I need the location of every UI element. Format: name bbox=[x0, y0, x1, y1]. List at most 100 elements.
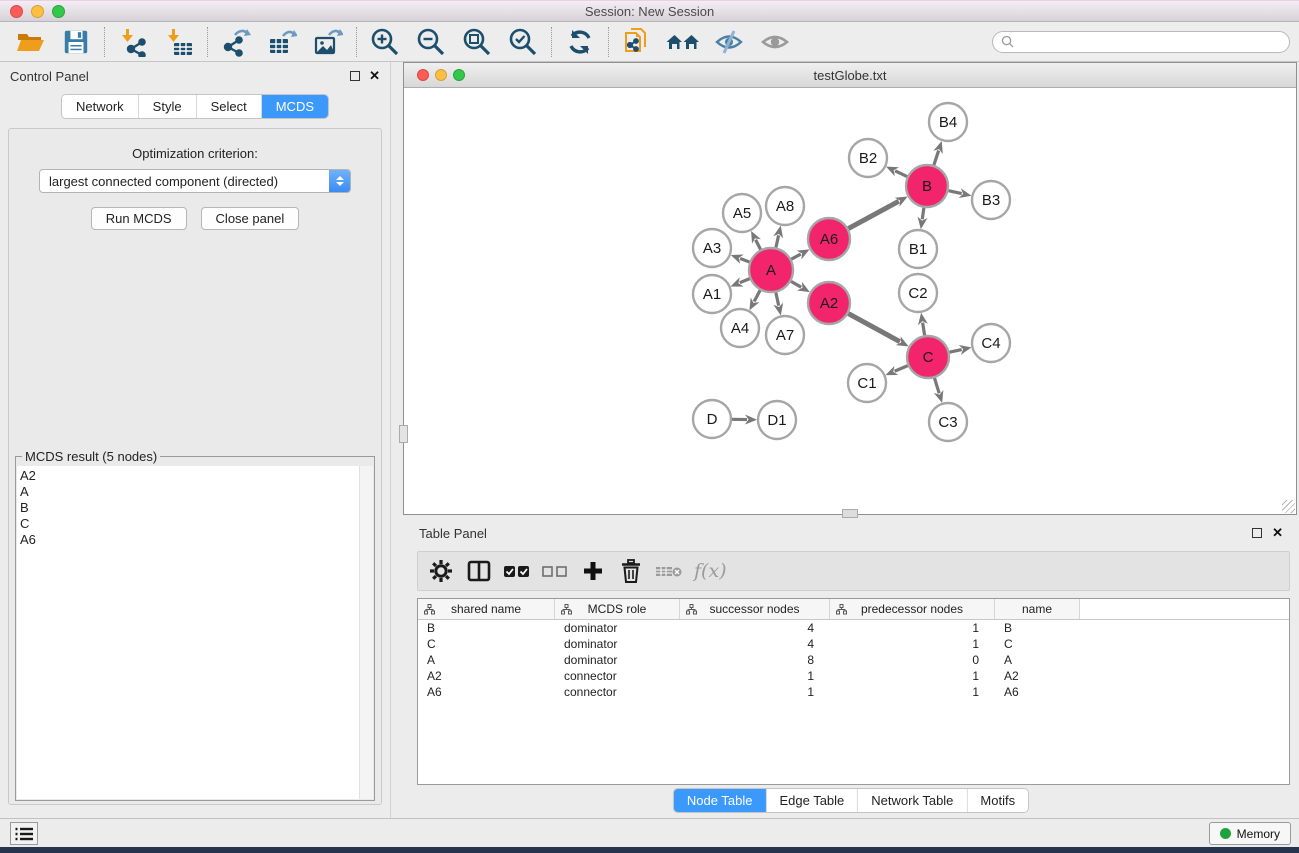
clone-network-button[interactable] bbox=[617, 25, 657, 59]
table-settings-button[interactable] bbox=[426, 556, 456, 586]
zoom-in-button[interactable] bbox=[365, 25, 405, 59]
zoom-fit-button[interactable] bbox=[457, 25, 497, 59]
table-row[interactable]: A2connector11A2 bbox=[418, 668, 1289, 684]
column-header-MCDS-role[interactable]: MCDS role bbox=[555, 599, 680, 619]
result-item[interactable]: C bbox=[20, 516, 359, 532]
result-item[interactable]: A2 bbox=[20, 468, 359, 484]
tab-network-table[interactable]: Network Table bbox=[858, 789, 967, 812]
cell-MCDS-role[interactable]: dominator bbox=[555, 621, 680, 635]
show-columns-button[interactable] bbox=[464, 556, 494, 586]
network-close-button[interactable] bbox=[417, 69, 429, 81]
close-panel-button[interactable]: Close panel bbox=[201, 207, 300, 230]
graph-edge-A-A5[interactable] bbox=[756, 240, 761, 250]
graph-edge-B-B2[interactable] bbox=[895, 171, 907, 177]
cell-name[interactable]: B bbox=[995, 621, 1080, 635]
cell-predecessor-nodes[interactable]: 1 bbox=[830, 637, 995, 651]
result-item[interactable]: B bbox=[20, 500, 359, 516]
network-window-titlebar[interactable]: testGlobe.txt bbox=[404, 63, 1296, 88]
zoom-out-button[interactable] bbox=[411, 25, 451, 59]
close-panel-icon[interactable]: ✕ bbox=[369, 71, 380, 81]
export-image-button[interactable] bbox=[308, 25, 348, 59]
cell-name[interactable]: A bbox=[995, 653, 1080, 667]
column-header-name[interactable]: name bbox=[995, 599, 1080, 619]
cell-MCDS-role[interactable]: dominator bbox=[555, 637, 680, 651]
graph-edge-C-C1[interactable] bbox=[895, 366, 908, 372]
graph-edge-A-A2[interactable] bbox=[791, 281, 801, 287]
column-header-shared-name[interactable]: shared name bbox=[418, 599, 555, 619]
select-all-button[interactable] bbox=[502, 556, 532, 586]
cell-shared-name[interactable]: A2 bbox=[418, 669, 555, 683]
cell-name[interactable]: A6 bbox=[995, 685, 1080, 699]
import-network-button[interactable] bbox=[113, 25, 153, 59]
table-row[interactable]: Bdominator41B bbox=[418, 620, 1289, 636]
graph-edge-C-C3[interactable] bbox=[934, 378, 939, 393]
close-window-button[interactable] bbox=[10, 5, 23, 18]
node-table[interactable]: shared nameMCDS rolesuccessor nodesprede… bbox=[417, 598, 1290, 785]
export-table-button[interactable] bbox=[262, 25, 302, 59]
cell-name[interactable]: A2 bbox=[995, 669, 1080, 683]
save-session-button[interactable] bbox=[56, 25, 96, 59]
float-panel-icon[interactable] bbox=[1252, 528, 1262, 538]
maximize-window-button[interactable] bbox=[52, 5, 65, 18]
table-row[interactable]: Cdominator41C bbox=[418, 636, 1289, 652]
dropdown-stepper-icon[interactable] bbox=[329, 170, 350, 192]
export-network-button[interactable] bbox=[216, 25, 256, 59]
open-session-button[interactable] bbox=[10, 25, 50, 59]
home-view-button[interactable] bbox=[663, 25, 703, 59]
search-box[interactable] bbox=[992, 31, 1290, 53]
show-panel-button[interactable] bbox=[755, 25, 795, 59]
cell-predecessor-nodes[interactable]: 0 bbox=[830, 653, 995, 667]
panel-grip[interactable] bbox=[842, 509, 858, 518]
network-minimize-button[interactable] bbox=[435, 69, 447, 81]
float-panel-icon[interactable] bbox=[350, 71, 360, 81]
import-table-button[interactable] bbox=[159, 25, 199, 59]
tab-style[interactable]: Style bbox=[139, 95, 197, 118]
table-row[interactable]: A6connector11A6 bbox=[418, 684, 1289, 700]
cell-shared-name[interactable]: A6 bbox=[418, 685, 555, 699]
search-input[interactable] bbox=[1019, 35, 1281, 49]
cell-shared-name[interactable]: B bbox=[418, 621, 555, 635]
cell-shared-name[interactable]: A bbox=[418, 653, 555, 667]
task-history-button[interactable] bbox=[10, 822, 38, 845]
result-item[interactable]: A6 bbox=[20, 532, 359, 548]
delete-rows-button[interactable] bbox=[616, 556, 646, 586]
cell-MCDS-role[interactable]: connector bbox=[555, 669, 680, 683]
tab-node-table[interactable]: Node Table bbox=[674, 789, 767, 812]
cell-predecessor-nodes[interactable]: 1 bbox=[830, 685, 995, 699]
network-graph-canvas[interactable]: B4B2BB3A5A8A6A3B1AA1C2A2A4A7C4CC1DD1C3 bbox=[405, 89, 1297, 515]
cell-name[interactable]: C bbox=[995, 637, 1080, 651]
cell-MCDS-role[interactable]: dominator bbox=[555, 653, 680, 667]
minimize-window-button[interactable] bbox=[31, 5, 44, 18]
run-mcds-button[interactable]: Run MCDS bbox=[91, 207, 187, 230]
add-column-button[interactable] bbox=[578, 556, 608, 586]
tab-motifs[interactable]: Motifs bbox=[967, 789, 1028, 812]
cell-shared-name[interactable]: C bbox=[418, 637, 555, 651]
graph-edge-C-C4[interactable] bbox=[949, 350, 961, 353]
graph-edge-B-B3[interactable] bbox=[948, 191, 961, 194]
graph-edge-A-A4[interactable] bbox=[754, 290, 760, 301]
cell-predecessor-nodes[interactable]: 1 bbox=[830, 621, 995, 635]
graph-edge-A2-C[interactable] bbox=[848, 314, 900, 342]
graph-edge-A-A6[interactable] bbox=[791, 254, 800, 259]
panel-grip[interactable] bbox=[399, 425, 408, 443]
cell-successor-nodes[interactable]: 4 bbox=[680, 637, 830, 651]
deselect-all-button[interactable] bbox=[540, 556, 570, 586]
graph-edge-A-A1[interactable] bbox=[740, 279, 750, 283]
graph-edge-A6-B[interactable] bbox=[848, 201, 899, 228]
table-row[interactable]: Adominator80A bbox=[418, 652, 1289, 668]
delete-column-button[interactable] bbox=[654, 556, 684, 586]
graph-edge-B-B4[interactable] bbox=[934, 151, 939, 166]
column-header-successor-nodes[interactable]: successor nodes bbox=[680, 599, 830, 619]
result-scrollbar[interactable] bbox=[359, 466, 373, 799]
apply-layout-button[interactable] bbox=[560, 25, 600, 59]
tab-mcds[interactable]: MCDS bbox=[262, 95, 328, 118]
optimization-criterion-dropdown[interactable]: largest connected component (directed) bbox=[39, 169, 351, 193]
graph-edge-B-B1[interactable] bbox=[922, 208, 924, 220]
resize-handle-icon[interactable] bbox=[1282, 500, 1295, 513]
memory-button[interactable]: Memory bbox=[1209, 822, 1291, 845]
result-item[interactable]: A bbox=[20, 484, 359, 500]
graph-edge-A-A8[interactable] bbox=[776, 235, 779, 247]
column-header-predecessor-nodes[interactable]: predecessor nodes bbox=[830, 599, 995, 619]
cell-successor-nodes[interactable]: 1 bbox=[680, 669, 830, 683]
zoom-selected-button[interactable] bbox=[503, 25, 543, 59]
